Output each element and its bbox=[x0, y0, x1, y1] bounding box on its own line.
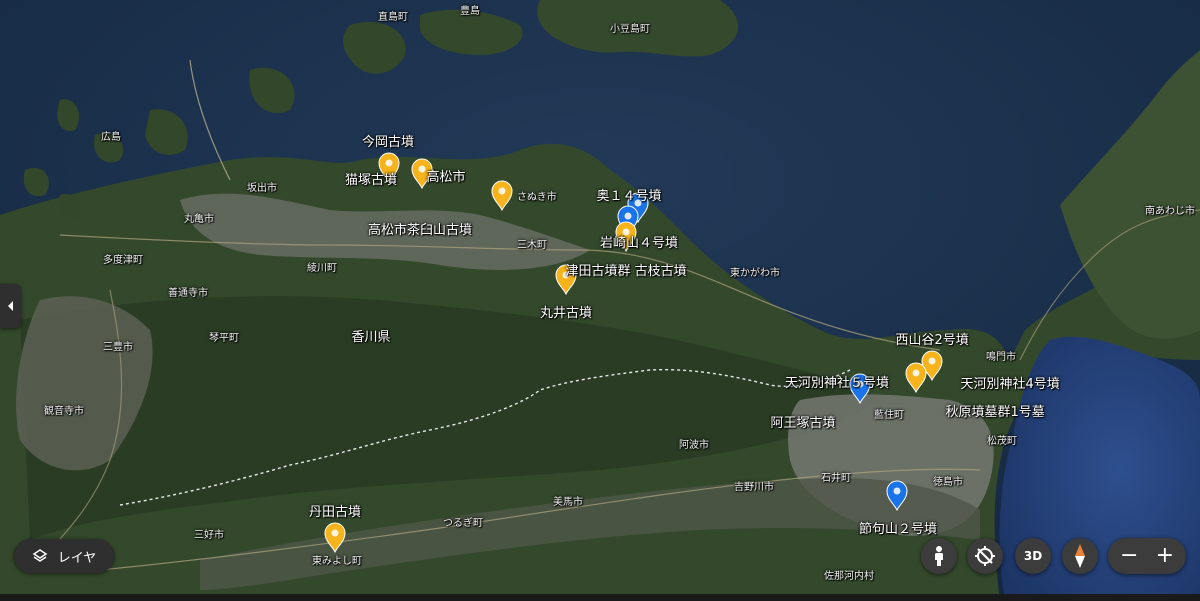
place-label: 鳴門市 bbox=[986, 352, 1016, 363]
tumulus-site-label[interactable]: 岩崎山４号墳 bbox=[600, 237, 678, 250]
zoom-controls: − + bbox=[1108, 538, 1186, 574]
place-label: 琴平町 bbox=[209, 333, 239, 344]
tumulus-site-label[interactable]: 秋原墳墓群1号墓 bbox=[946, 406, 1045, 419]
zoom-in-button[interactable]: + bbox=[1156, 545, 1174, 567]
place-label: 松茂町 bbox=[987, 436, 1017, 447]
tumulus-site-label[interactable]: 猫塚古墳 bbox=[345, 174, 397, 187]
zoom-out-button[interactable]: − bbox=[1120, 545, 1138, 567]
place-label: 坂出市 bbox=[247, 183, 277, 194]
place-label: 綾川町 bbox=[307, 263, 337, 274]
place-label: 徳島市 bbox=[933, 477, 963, 488]
place-label: 直島町 bbox=[378, 12, 408, 23]
place-label: 佐那河内村 bbox=[824, 571, 874, 582]
place-label: 美馬市 bbox=[553, 497, 583, 508]
place-label: つるぎ町 bbox=[443, 518, 483, 529]
place-label: 豊島 bbox=[460, 6, 480, 17]
street-view-pegman-button[interactable] bbox=[921, 538, 957, 574]
place-label: 石井町 bbox=[821, 473, 851, 484]
compass-button[interactable] bbox=[1062, 538, 1098, 574]
tumulus-site-label[interactable]: 今岡古墳 bbox=[362, 136, 414, 149]
view-3d-button[interactable]: 3D bbox=[1015, 538, 1051, 574]
satellite-map[interactable] bbox=[0, 0, 1200, 601]
place-label: 東みよし町 bbox=[312, 556, 362, 567]
chevron-left-icon bbox=[7, 301, 13, 311]
tumulus-site-label[interactable]: 丸井古墳 bbox=[540, 307, 592, 320]
place-label: 吉野川市 bbox=[734, 482, 774, 493]
place-label: 観音寺市 bbox=[44, 406, 84, 417]
no-tilt-icon bbox=[975, 546, 995, 566]
tumulus-site-label[interactable]: 天河別神社５号墳 bbox=[785, 377, 889, 390]
status-bar bbox=[0, 594, 1200, 601]
place-label: 多度津町 bbox=[103, 255, 143, 266]
layers-icon bbox=[32, 549, 48, 562]
place-label: 三好市 bbox=[194, 530, 224, 541]
tumulus-site-label[interactable]: 高松市茶臼山古墳 bbox=[368, 224, 472, 237]
place-label: 南あわじ市 bbox=[1145, 206, 1195, 217]
tumulus-site-label[interactable]: 高松市 bbox=[427, 171, 466, 184]
side-panel-toggle[interactable] bbox=[0, 284, 21, 328]
layers-button[interactable]: レイヤ bbox=[14, 539, 114, 573]
tumulus-site-label[interactable]: 奥１４号墳 bbox=[597, 190, 662, 203]
tumulus-site-label[interactable]: 節句山２号墳 bbox=[859, 523, 937, 536]
tumulus-site-label[interactable]: 津田古墳群 古枝古墳 bbox=[566, 265, 687, 278]
place-label: 善通寺市 bbox=[168, 288, 208, 299]
tumulus-site-label[interactable]: 西山谷2号墳 bbox=[896, 334, 969, 347]
view-3d-label: 3D bbox=[1023, 549, 1043, 563]
tumulus-site-label[interactable]: 丹田古墳 bbox=[309, 506, 361, 519]
place-label: 藍住町 bbox=[874, 410, 904, 421]
pegman-icon bbox=[935, 546, 943, 566]
place-label: 東かがわ市 bbox=[730, 268, 780, 279]
tilt-reset-button[interactable] bbox=[967, 538, 1003, 574]
place-label: 阿波市 bbox=[679, 440, 709, 451]
tumulus-site-label[interactable]: 阿王塚古墳 bbox=[771, 417, 836, 430]
place-label: 三豊市 bbox=[103, 342, 133, 353]
tumulus-site-label[interactable]: 香川県 bbox=[352, 331, 391, 344]
place-label: 丸亀市 bbox=[184, 214, 214, 225]
layers-label: レイヤ bbox=[57, 550, 97, 566]
tumulus-site-label[interactable]: 天河別神社4号墳 bbox=[961, 378, 1060, 391]
place-label: 三木町 bbox=[517, 240, 547, 251]
place-label: 小豆島町 bbox=[610, 24, 650, 35]
compass-icon bbox=[1075, 544, 1085, 568]
place-label: さぬき市 bbox=[517, 192, 557, 203]
place-label: 広島 bbox=[101, 132, 121, 143]
